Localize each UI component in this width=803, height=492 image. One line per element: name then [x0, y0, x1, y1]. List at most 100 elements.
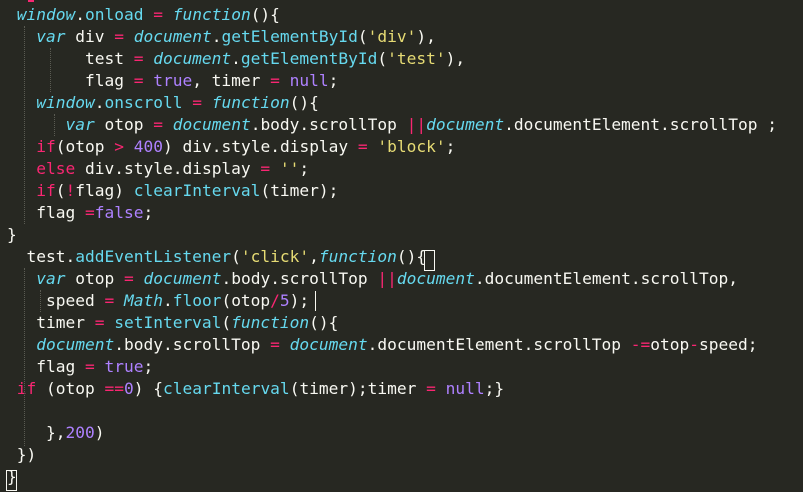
- code-line[interactable]: }: [7, 224, 17, 246]
- code-line[interactable]: flag =false;: [7, 202, 153, 224]
- code-token: onscroll: [104, 93, 183, 112]
- code-line[interactable]: document.body.scrollTop = document.docum…: [7, 334, 758, 356]
- code-token: null: [289, 71, 329, 90]
- code-token: document: [172, 115, 251, 134]
- code-token: =: [133, 71, 144, 90]
- code-token: 'div': [367, 27, 417, 46]
- code-token: otop: [94, 115, 154, 134]
- code-token: addEventListener: [75, 247, 232, 266]
- code-line[interactable]: test.addEventListener('click',function()…: [7, 246, 426, 268]
- code-line[interactable]: speed = Math.floor(otop/5);: [7, 290, 309, 312]
- code-line[interactable]: if(!flag) clearInterval(timer);: [7, 180, 338, 202]
- code-token: =: [260, 159, 271, 178]
- code-token: (){: [309, 313, 339, 332]
- code-token: flag: [7, 203, 85, 222]
- code-line[interactable]: flag = true;: [7, 356, 153, 378]
- code-token: function: [172, 5, 251, 24]
- code-token: div: [172, 137, 212, 156]
- code-token: .: [211, 137, 222, 156]
- code-token: document: [36, 335, 115, 354]
- code-token: 'click': [240, 247, 310, 266]
- code-token: (: [289, 379, 300, 398]
- code-token: speed: [7, 291, 105, 310]
- code-token: test: [7, 49, 134, 68]
- code-token: =: [153, 5, 163, 24]
- code-line[interactable]: else div.style.display = '';: [7, 158, 309, 180]
- code-token: .: [114, 335, 124, 354]
- code-line[interactable]: var otop = document.body.scrollTop ||doc…: [7, 114, 777, 136]
- code-token: {: [143, 379, 163, 398]
- code-token: '': [279, 159, 300, 178]
- code-line[interactable]: },200): [7, 422, 105, 444]
- code-token: 5: [279, 291, 290, 310]
- code-token: scrollTop: [533, 335, 631, 354]
- code-token: false: [94, 203, 144, 222]
- code-token: true: [104, 357, 144, 376]
- code-token: ;}: [484, 379, 505, 398]
- code-token: div: [75, 159, 115, 178]
- code-token: setInterval: [114, 313, 222, 332]
- code-line[interactable]: window.onscroll = function(){: [7, 92, 319, 114]
- code-line[interactable]: test = document.getElementById('test'),: [7, 48, 465, 70]
- code-token: .: [75, 5, 85, 24]
- code-token: );: [289, 291, 310, 310]
- code-token: ;: [747, 335, 758, 354]
- code-token: var: [36, 27, 66, 46]
- code-token: clearInterval: [133, 181, 261, 200]
- code-token: document: [426, 115, 505, 134]
- code-token: },: [7, 423, 66, 442]
- code-line[interactable]: timer = setInterval(function(){: [7, 312, 338, 334]
- code-token: (: [55, 137, 66, 156]
- code-line[interactable]: if(otop > 400) div.style.display = 'bloc…: [7, 136, 455, 158]
- code-token: document: [396, 269, 475, 288]
- code-token: var: [65, 115, 95, 134]
- code-token: ;: [328, 71, 339, 90]
- code-token: .: [630, 269, 641, 288]
- code-line[interactable]: var div = document.getElementById('div')…: [7, 26, 436, 48]
- code-token: -: [689, 335, 700, 354]
- code-token: scrollTop ;: [669, 115, 777, 134]
- code-token: timer: [201, 71, 271, 90]
- code-line[interactable]: if (otop ==0) {clearInterval(timer);time…: [7, 378, 504, 400]
- indent-guide: [40, 290, 41, 312]
- code-token: otop: [650, 335, 690, 354]
- code-token: =: [133, 49, 144, 68]
- code-token: =: [84, 203, 95, 222]
- code-line[interactable]: window.onload = function(){: [7, 4, 280, 26]
- code-token: if: [36, 137, 56, 156]
- code-token: display: [182, 159, 261, 178]
- code-token: =: [104, 291, 115, 310]
- code-token: }: [7, 225, 17, 244]
- code-token: body: [260, 115, 300, 134]
- code-token: 200: [65, 423, 95, 442]
- code-line[interactable]: flag = true, timer = null;: [7, 70, 338, 92]
- code-token: style: [221, 137, 271, 156]
- code-editor[interactable]: window.onload = function(){ var div = do…: [0, 0, 803, 492]
- code-token: documentElement: [377, 335, 524, 354]
- code-token: ): [114, 181, 124, 200]
- code-token: timer: [270, 181, 319, 200]
- code-token: .: [221, 269, 232, 288]
- code-token: ||: [377, 269, 397, 288]
- code-token: (: [357, 27, 368, 46]
- code-token: =: [153, 115, 163, 134]
- code-line[interactable]: }): [7, 444, 37, 466]
- code-token: clearInterval: [162, 379, 290, 398]
- code-token: body: [231, 269, 271, 288]
- code-token: .: [504, 115, 514, 134]
- code-token: .: [250, 115, 261, 134]
- code-line[interactable]: var otop = document.body.scrollTop ||doc…: [7, 268, 738, 290]
- code-token: ;: [445, 137, 456, 156]
- code-token: display: [279, 137, 358, 156]
- code-token: ,: [309, 247, 319, 266]
- code-token: documentElement: [513, 115, 661, 134]
- code-token: otop: [65, 269, 124, 288]
